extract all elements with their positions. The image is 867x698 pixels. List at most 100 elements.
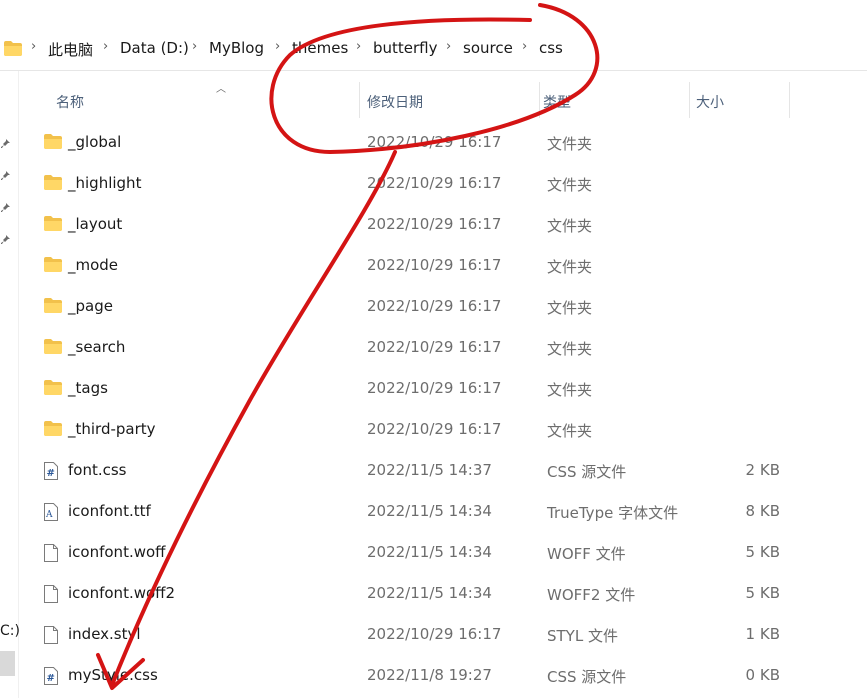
nav-item-drive-c[interactable]: C:) [0, 623, 20, 639]
file-name: index.styl [68, 625, 141, 643]
file-name: _tags [68, 379, 108, 397]
folder-icon [4, 41, 22, 56]
file-type: 文件夹 [547, 381, 593, 399]
breadcrumb-item-source[interactable]: source [463, 39, 513, 57]
file-size: 5 KB [745, 584, 780, 602]
svg-text:A: A [45, 510, 53, 520]
file-type: 文件夹 [547, 176, 593, 194]
breadcrumb-separator: › [446, 39, 452, 54]
file-name: _mode [68, 256, 119, 274]
file-name: iconfont.ttf [68, 502, 151, 520]
css-file-icon: # [44, 667, 62, 685]
breadcrumb-item-butterfly[interactable]: butterfly [373, 39, 438, 57]
file-row[interactable]: _tags 2022/10/29 16:17 文件夹 [18, 369, 867, 410]
file-type: STYL 文件 [547, 627, 618, 645]
file-row[interactable]: _mode 2022/10/29 16:17 文件夹 [18, 246, 867, 287]
file-type: WOFF 文件 [547, 545, 626, 563]
folder-icon [44, 216, 62, 234]
file-name: _layout [68, 215, 123, 233]
folder-icon [44, 298, 62, 316]
breadcrumb-item-this-pc[interactable]: 此电脑 [48, 39, 93, 60]
file-modified-date: 2022/11/5 14:37 [367, 461, 492, 479]
column-divider[interactable] [689, 82, 690, 118]
file-row[interactable]: _search 2022/10/29 16:17 文件夹 [18, 328, 867, 369]
file-modified-date: 2022/10/29 16:17 [367, 420, 502, 438]
file-row[interactable]: _global 2022/10/29 16:17 文件夹 [18, 123, 867, 164]
file-row[interactable]: # myStyle.css 2022/11/8 19:27 CSS 源文件 0 KB [18, 656, 867, 697]
folder-icon [44, 134, 62, 152]
file-size: 5 KB [745, 543, 780, 561]
file-row[interactable]: index.styl 2022/10/29 16:17 STYL 文件 1 KB [18, 615, 867, 656]
file-modified-date: 2022/11/8 19:27 [367, 666, 492, 684]
column-divider[interactable] [539, 82, 540, 118]
file-type: CSS 源文件 [547, 668, 627, 686]
column-divider[interactable] [789, 82, 790, 118]
breadcrumb-separator: › [192, 39, 198, 54]
file-size: 2 KB [745, 461, 780, 479]
file-size: 0 KB [745, 666, 780, 684]
font-file-icon: A [44, 503, 62, 521]
file-modified-date: 2022/10/29 16:17 [367, 133, 502, 151]
nav-item-selected[interactable] [0, 651, 15, 676]
column-header-type[interactable]: 类型 [543, 92, 571, 112]
pin-icon[interactable] [1, 169, 13, 181]
breadcrumb-item-css[interactable]: css [539, 39, 563, 57]
breadcrumb-item-drive-d[interactable]: Data (D:) [120, 39, 189, 57]
file-type: CSS 源文件 [547, 463, 627, 481]
window-top-strip [0, 0, 867, 28]
file-row[interactable]: iconfont.woff2 2022/11/5 14:34 WOFF2 文件 5 K… [18, 574, 867, 615]
file-modified-date: 2022/10/29 16:17 [367, 215, 502, 233]
breadcrumb-item-myblog[interactable]: MyBlog [209, 39, 264, 57]
breadcrumb-separator: › [522, 39, 528, 54]
sort-ascending-icon: ︿ [216, 84, 226, 95]
column-header-size[interactable]: 大小 [696, 92, 724, 112]
column-header-modified[interactable]: 修改日期 [367, 92, 423, 112]
column-header-name[interactable]: 名称 [56, 92, 84, 112]
file-row[interactable]: # font.css 2022/11/5 14:37 CSS 源文件 2 KB [18, 451, 867, 492]
file-row[interactable]: _layout 2022/10/29 16:17 文件夹 [18, 205, 867, 246]
file-modified-date: 2022/10/29 16:17 [367, 297, 502, 315]
breadcrumb-separator: › [31, 39, 37, 54]
pin-icon[interactable] [1, 233, 13, 245]
file-name: _search [68, 338, 126, 356]
file-row[interactable]: iconfont.woff 2022/11/5 14:34 WOFF 文件 5 KB [18, 533, 867, 574]
file-row[interactable]: _third-party 2022/10/29 16:17 文件夹 [18, 410, 867, 451]
file-modified-date: 2022/10/29 16:17 [367, 256, 502, 274]
column-divider[interactable] [359, 82, 360, 118]
file-name: _third-party [68, 420, 156, 438]
file-name: iconfont.woff2 [68, 584, 176, 602]
file-type: 文件夹 [547, 422, 593, 440]
breadcrumb-separator: › [103, 39, 109, 54]
breadcrumb-separator: › [275, 39, 281, 54]
css-file-icon: # [44, 462, 62, 480]
file-modified-date: 2022/11/5 14:34 [367, 584, 492, 602]
file-name: _global [68, 133, 122, 151]
pin-icon[interactable] [1, 201, 13, 213]
file-row[interactable]: _page 2022/10/29 16:17 文件夹 [18, 287, 867, 328]
file-name: _highlight [68, 174, 142, 192]
breadcrumb-separator: › [356, 39, 362, 54]
folder-icon [44, 421, 62, 439]
file-icon [44, 626, 62, 644]
column-header-row: ︿ 名称 修改日期 类型 大小 [18, 82, 867, 118]
file-type: 文件夹 [547, 217, 593, 235]
file-icon [44, 585, 62, 603]
file-size: 1 KB [745, 625, 780, 643]
file-type: 文件夹 [547, 135, 593, 153]
file-type: 文件夹 [547, 299, 593, 317]
file-row[interactable]: Aiconfont.ttf 2022/11/5 14:34 TrueType 字体文… [18, 492, 867, 533]
file-row[interactable]: _highlight 2022/10/29 16:17 文件夹 [18, 164, 867, 205]
file-name: _page [68, 297, 113, 315]
file-modified-date: 2022/11/5 14:34 [367, 543, 492, 561]
folder-icon [44, 339, 62, 357]
folder-icon [44, 257, 62, 275]
file-size: 8 KB [745, 502, 780, 520]
breadcrumb-item-themes[interactable]: themes [292, 39, 348, 57]
address-bar[interactable]: › 此电脑 › Data (D:) › MyBlog › themes › bu… [0, 28, 867, 71]
file-name: iconfont.woff [68, 543, 166, 561]
folder-icon [44, 380, 62, 398]
navigation-pane[interactable] [0, 71, 19, 698]
file-icon [44, 544, 62, 562]
file-modified-date: 2022/10/29 16:17 [367, 379, 502, 397]
pin-icon[interactable] [1, 137, 13, 149]
